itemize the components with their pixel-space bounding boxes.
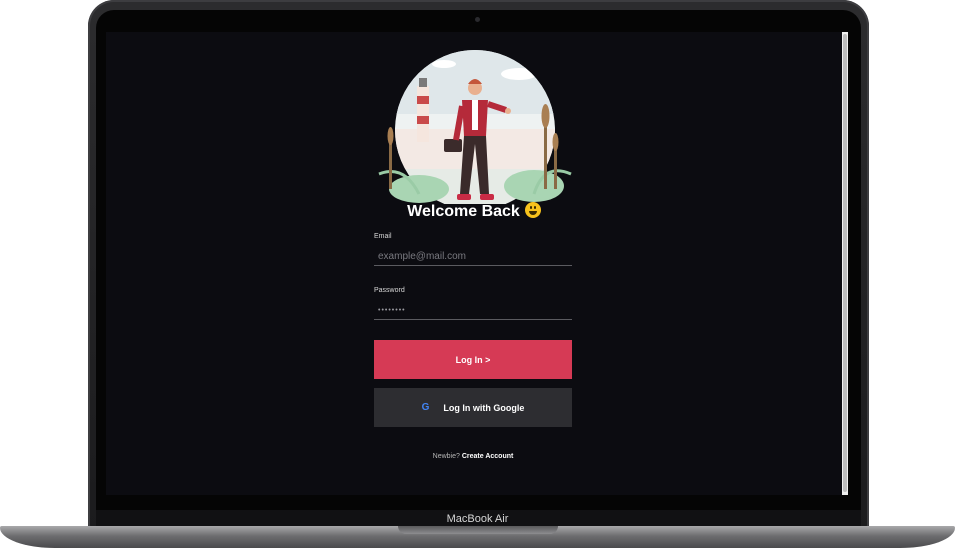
email-input[interactable] (374, 248, 572, 266)
signup-prompt: Newbie? Create Account (374, 453, 572, 460)
welcome-heading: Welcome Back (374, 200, 574, 224)
signup-prompt-text: Newbie? (432, 453, 460, 460)
google-icon: G (421, 402, 430, 413)
create-account-link[interactable]: Create Account (462, 453, 513, 460)
google-login-label: Log In with Google (443, 402, 525, 413)
google-login-button[interactable]: G Log In with Google (374, 388, 572, 427)
scroll-thumb[interactable] (843, 34, 847, 492)
login-button[interactable]: Log In > (374, 340, 572, 379)
welcome-heading-text: Welcome Back (407, 203, 520, 220)
password-input[interactable]: •••••••• (374, 302, 572, 320)
email-label: Email (374, 233, 392, 240)
laptop-notch (398, 526, 558, 534)
scrollbar[interactable] (842, 32, 848, 495)
smiley-emoji-icon (524, 202, 541, 218)
camera-icon (475, 17, 480, 22)
password-label: Password (374, 287, 405, 294)
hero-illustration (378, 50, 572, 204)
login-page: Welcome Back Email Password •••••••• Log… (106, 32, 848, 495)
